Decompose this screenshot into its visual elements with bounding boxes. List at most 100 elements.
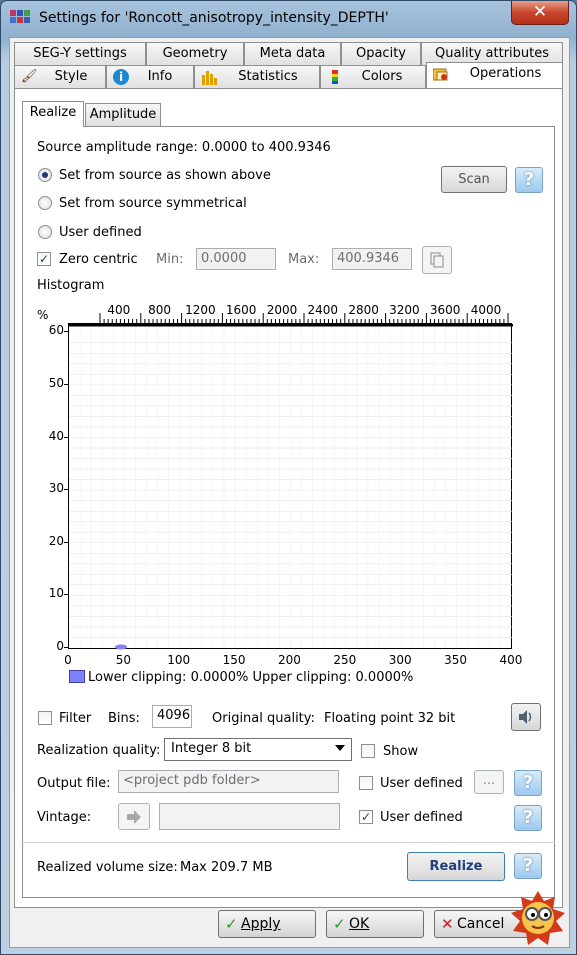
separator xyxy=(22,842,555,843)
help-button-vintage[interactable]: ? xyxy=(514,805,542,831)
radio-user-defined-label: User defined xyxy=(59,225,142,240)
app-icon xyxy=(10,10,30,28)
scan-button[interactable]: Scan xyxy=(441,166,507,193)
top-tick-label: 400 xyxy=(107,303,131,317)
x-tick-label: 150 xyxy=(222,653,246,667)
apply-button[interactable]: ✓ Apply xyxy=(218,910,316,938)
legend-swatch xyxy=(69,670,85,683)
x-tick-label: 100 xyxy=(167,653,191,667)
tab-segy-settings[interactable]: SEG-Y settings xyxy=(14,42,146,65)
radio-set-symmetrical-label: Set from source symmetrical xyxy=(59,196,247,211)
x-tick-label: 0 xyxy=(64,653,72,667)
tab-info[interactable]: i Info xyxy=(106,65,194,88)
y-tick-mark xyxy=(64,647,68,648)
output-file-field[interactable]: <project pdb folder> xyxy=(118,770,339,793)
subtab-amplitude[interactable]: Amplitude xyxy=(85,103,161,126)
realize-button[interactable]: Realize xyxy=(407,852,505,881)
radio-set-symmetrical[interactable] xyxy=(38,196,52,210)
y-tick-mark xyxy=(64,383,68,385)
top-tick-label: 4000 xyxy=(470,303,502,317)
histogram-plot-area xyxy=(69,323,513,650)
realization-quality-select[interactable]: Integer 8 bit xyxy=(164,738,352,761)
check-icon: ✓ xyxy=(225,915,238,933)
top-tick-label: 1600 xyxy=(225,303,257,317)
histogram-chart[interactable] xyxy=(68,323,513,650)
max-label: Max: xyxy=(288,252,320,267)
bins-label: Bins: xyxy=(108,711,140,726)
window-title: Settings for 'Roncott_anisotropy_intensi… xyxy=(39,10,389,26)
arrow-right-icon xyxy=(127,810,141,824)
copy-range-button[interactable] xyxy=(422,246,452,274)
ok-button[interactable]: ✓ OK xyxy=(326,910,424,938)
max-field[interactable]: 400.9346 xyxy=(332,248,412,270)
y-tick-mark xyxy=(64,541,68,543)
copy-icon xyxy=(430,252,444,268)
original-quality-value: Floating point 32 bit xyxy=(324,711,456,726)
vintage-arrow-button[interactable] xyxy=(118,803,150,830)
browse-button[interactable]: ... xyxy=(474,770,504,794)
tab-opacity[interactable]: Opacity xyxy=(341,42,421,65)
filter-label: Filter xyxy=(59,711,92,726)
y-tick-mark xyxy=(64,594,68,596)
vintage-label: Vintage: xyxy=(37,810,92,825)
histogram-y-unit: % xyxy=(37,308,49,322)
output-user-defined-checkbox[interactable] xyxy=(359,776,373,790)
histogram-label: Histogram xyxy=(37,278,105,293)
y-tick-label: 50 xyxy=(48,375,64,390)
clipping-legend: Lower clipping: 0.0000% Upper clipping: … xyxy=(88,670,414,685)
tab-operations[interactable]: Operations xyxy=(426,62,563,88)
bar-chart-icon xyxy=(201,69,217,85)
y-tick-label: 0 xyxy=(56,639,64,653)
top-tick-label: 800 xyxy=(148,303,172,317)
zero-centric-checkbox[interactable]: ✓ xyxy=(37,252,51,266)
vintage-user-defined-checkbox[interactable]: ✓ xyxy=(359,810,373,824)
tab-style[interactable]: 🖌 Style xyxy=(14,65,106,88)
show-checkbox[interactable] xyxy=(361,744,375,758)
tab-colors[interactable]: Colors xyxy=(320,65,426,88)
tab-statistics[interactable]: Statistics xyxy=(194,65,320,88)
bins-field[interactable]: 4096 xyxy=(152,705,192,728)
radio-user-defined[interactable] xyxy=(38,225,52,239)
help-button-output[interactable]: ? xyxy=(514,770,542,796)
info-icon: i xyxy=(113,69,129,85)
help-button-scan[interactable]: ? xyxy=(515,167,543,193)
top-tick-label: 2800 xyxy=(348,303,379,317)
operations-icon xyxy=(432,66,449,82)
histogram-bar xyxy=(115,644,128,650)
show-label: Show xyxy=(383,744,419,759)
top-tick-label: 3600 xyxy=(429,303,461,317)
subtab-realize[interactable]: Realize xyxy=(22,101,84,127)
speaker-icon xyxy=(519,710,532,724)
close-icon: ✕ xyxy=(532,2,548,22)
sound-button[interactable] xyxy=(511,703,541,731)
output-user-defined-label: User defined xyxy=(380,776,463,791)
helper-mascot-icon[interactable] xyxy=(508,888,568,948)
close-button[interactable]: ✕ xyxy=(511,1,569,25)
realized-size-label: Realized volume size: xyxy=(37,860,178,875)
radio-set-from-source-label: Set from source as shown above xyxy=(59,168,271,183)
checkmark-icon: ✓ xyxy=(360,810,372,824)
tab-meta-data[interactable]: Meta data xyxy=(244,42,341,65)
help-button-realize[interactable]: ? xyxy=(514,853,542,879)
top-tick-label: 2000 xyxy=(266,303,298,317)
original-quality-label: Original quality: xyxy=(212,711,315,726)
top-tick-label: 2400 xyxy=(307,303,339,317)
vintage-field[interactable] xyxy=(159,803,340,830)
x-tick-label: 300 xyxy=(388,653,412,667)
cancel-icon: ✕ xyxy=(441,915,454,933)
vintage-user-defined-label: User defined xyxy=(380,810,463,825)
color-scale-icon xyxy=(327,69,343,85)
tab-geometry[interactable]: Geometry xyxy=(146,42,244,65)
realized-size-value: Max 209.7 MB xyxy=(180,860,273,875)
output-file-label: Output file: xyxy=(37,776,111,791)
title-bar[interactable]: Settings for 'Roncott_anisotropy_intensi… xyxy=(1,1,576,37)
zero-centric-label: Zero centric xyxy=(59,252,138,267)
source-range-text: Source amplitude range: 0.0000 to 400.93… xyxy=(37,140,331,155)
y-tick-label: 60 xyxy=(48,323,64,338)
radio-set-from-source[interactable] xyxy=(38,168,52,182)
checkmark-icon: ✓ xyxy=(38,252,50,266)
brush-icon: 🖌 xyxy=(21,69,38,84)
y-tick-label: 40 xyxy=(48,428,64,443)
min-field[interactable]: 0.0000 xyxy=(196,248,276,270)
filter-checkbox[interactable] xyxy=(38,711,52,725)
